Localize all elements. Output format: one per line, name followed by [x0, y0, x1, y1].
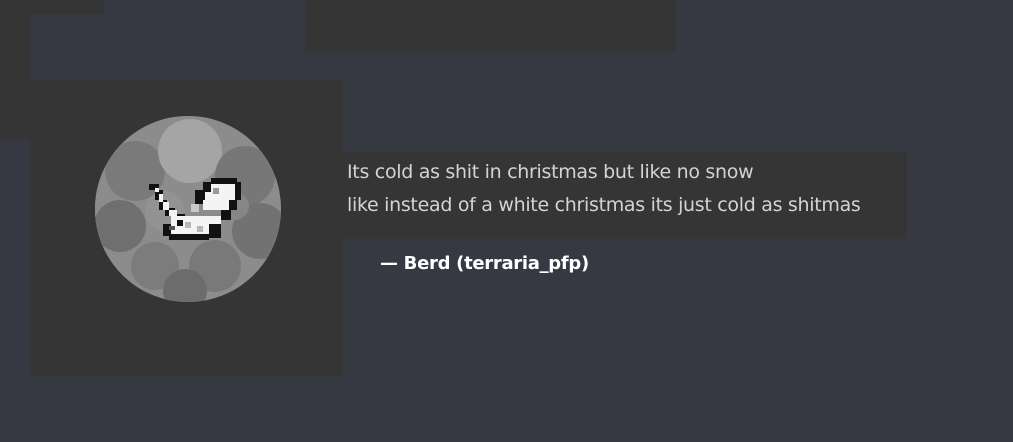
attribution-dash: — [380, 253, 398, 274]
avatar [95, 116, 281, 302]
quote-line: Its cold as shit in christmas but like n… [347, 161, 754, 183]
background-shade [0, 0, 104, 14]
background-shade [0, 14, 30, 140]
author-username: terraria_pfp [464, 253, 581, 274]
author-display-name: Berd [403, 253, 451, 274]
quote-line: like instead of a white christmas its ju… [347, 194, 861, 216]
quote-card: Its cold as shit in christmas but like n… [0, 0, 1013, 442]
background-shade [305, 0, 676, 52]
quote-attribution: — Berd (terraria_pfp) [380, 253, 589, 274]
pixel-bird-avatar-icon [95, 116, 281, 302]
